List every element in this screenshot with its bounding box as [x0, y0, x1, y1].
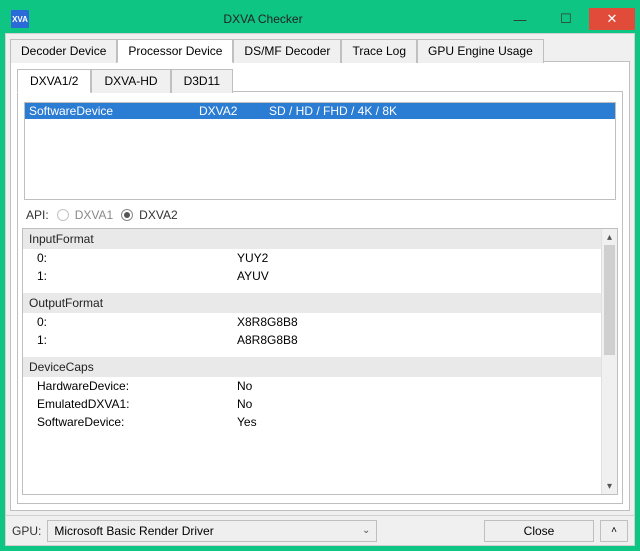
- minimize-button[interactable]: —: [497, 8, 543, 30]
- section-inputformat: InputFormat: [23, 229, 601, 249]
- main-tabstrip: Decoder Device Processor Device DS/MF De…: [10, 38, 630, 62]
- window-title: DXVA Checker: [29, 12, 497, 26]
- device-api: DXVA2: [199, 104, 269, 118]
- sub-tabstrip: DXVA1/2 DXVA-HD D3D11: [17, 68, 623, 92]
- gpu-label: GPU:: [12, 524, 41, 538]
- api-row: API: DXVA1 DXVA2: [22, 200, 618, 228]
- tab-gpu-engine-usage[interactable]: GPU Engine Usage: [417, 39, 544, 63]
- radio-dxva1-label: DXVA1: [75, 208, 113, 222]
- gpu-dropdown-value: Microsoft Basic Render Driver: [54, 524, 213, 538]
- chevron-up-icon: ˄: [611, 525, 617, 536]
- subtab-d3d11[interactable]: D3D11: [171, 69, 233, 93]
- radio-dxva2[interactable]: DXVA2: [121, 208, 177, 222]
- panel-processor-device: DXVA1/2 DXVA-HD D3D11 SoftwareDevice DXV…: [10, 62, 630, 511]
- inputformat-k1: 1:: [37, 269, 237, 283]
- outputformat-row-1: 1:A8R8G8B8: [23, 331, 601, 349]
- outputformat-v0: X8R8G8B8: [237, 315, 595, 329]
- device-name: SoftwareDevice: [29, 104, 199, 118]
- devicecaps-v0: No: [237, 379, 595, 393]
- section-devicecaps: DeviceCaps: [23, 357, 601, 377]
- radio-dxva1-indicator: [57, 209, 69, 221]
- radio-dxva2-indicator: [121, 209, 133, 221]
- subtabstrip-fill: [233, 68, 623, 92]
- chevron-down-icon: ⌄: [362, 525, 370, 536]
- window-buttons: — ☐ ✕: [497, 8, 635, 30]
- devicecaps-row-2: SoftwareDevice:Yes: [23, 413, 601, 431]
- devicecaps-k1: EmulatedDXVA1:: [37, 397, 237, 411]
- subtab-dxvahd[interactable]: DXVA-HD: [91, 69, 170, 93]
- app-window: XVA DXVA Checker — ☐ ✕ Decoder Device Pr…: [4, 4, 636, 547]
- tab-dsmf-decoder[interactable]: DS/MF Decoder: [233, 39, 341, 63]
- scroll-down-icon[interactable]: ▾: [602, 478, 617, 494]
- inputformat-row-0: 0:YUY2: [23, 249, 601, 267]
- devicecaps-v2: Yes: [237, 415, 595, 429]
- outputformat-k1: 1:: [37, 333, 237, 347]
- close-button[interactable]: Close: [484, 520, 594, 542]
- inputformat-v0: YUY2: [237, 251, 595, 265]
- expand-button[interactable]: ˄: [600, 520, 628, 542]
- inputformat-v1: AYUV: [237, 269, 595, 283]
- radio-dxva2-label: DXVA2: [139, 208, 177, 222]
- tab-decoder-device[interactable]: Decoder Device: [10, 39, 117, 63]
- inputformat-row-1: 1:AYUV: [23, 267, 601, 285]
- tab-processor-device[interactable]: Processor Device: [117, 39, 233, 63]
- client-area: Decoder Device Processor Device DS/MF De…: [5, 33, 635, 546]
- section-outputformat: OutputFormat: [23, 293, 601, 313]
- maximize-button[interactable]: ☐: [543, 8, 589, 30]
- device-resolutions: SD / HD / FHD / 4K / 8K: [269, 104, 611, 118]
- scroll-up-icon[interactable]: ▴: [602, 229, 617, 245]
- api-label: API:: [26, 208, 49, 222]
- outputformat-k0: 0:: [37, 315, 237, 329]
- tabstrip-fill: [544, 38, 630, 62]
- outputformat-v1: A8R8G8B8: [237, 333, 595, 347]
- devicecaps-v1: No: [237, 397, 595, 411]
- close-window-button[interactable]: ✕: [589, 8, 635, 30]
- devicecaps-k0: HardwareDevice:: [37, 379, 237, 393]
- info-list-content: InputFormat 0:YUY2 1:AYUV OutputFormat 0…: [23, 229, 601, 494]
- tab-trace-log[interactable]: Trace Log: [341, 39, 417, 63]
- info-list: InputFormat 0:YUY2 1:AYUV OutputFormat 0…: [22, 228, 618, 495]
- subtab-dxva12[interactable]: DXVA1/2: [17, 69, 91, 93]
- titlebar: XVA DXVA Checker — ☐ ✕: [5, 5, 635, 33]
- device-row-selected[interactable]: SoftwareDevice DXVA2 SD / HD / FHD / 4K …: [25, 103, 615, 119]
- scroll-thumb[interactable]: [604, 245, 615, 355]
- info-scrollbar[interactable]: ▴ ▾: [601, 229, 617, 494]
- devicecaps-row-0: HardwareDevice:No: [23, 377, 601, 395]
- gpu-dropdown[interactable]: Microsoft Basic Render Driver ⌄: [47, 520, 377, 542]
- inputformat-k0: 0:: [37, 251, 237, 265]
- bottom-bar: GPU: Microsoft Basic Render Driver ⌄ Clo…: [6, 515, 634, 545]
- devicecaps-k2: SoftwareDevice:: [37, 415, 237, 429]
- outputformat-row-0: 0:X8R8G8B8: [23, 313, 601, 331]
- app-icon: XVA: [11, 10, 29, 28]
- device-list[interactable]: SoftwareDevice DXVA2 SD / HD / FHD / 4K …: [24, 102, 616, 200]
- devicecaps-row-1: EmulatedDXVA1:No: [23, 395, 601, 413]
- subpanel-dxva12: SoftwareDevice DXVA2 SD / HD / FHD / 4K …: [17, 92, 623, 504]
- radio-dxva1: DXVA1: [57, 208, 113, 222]
